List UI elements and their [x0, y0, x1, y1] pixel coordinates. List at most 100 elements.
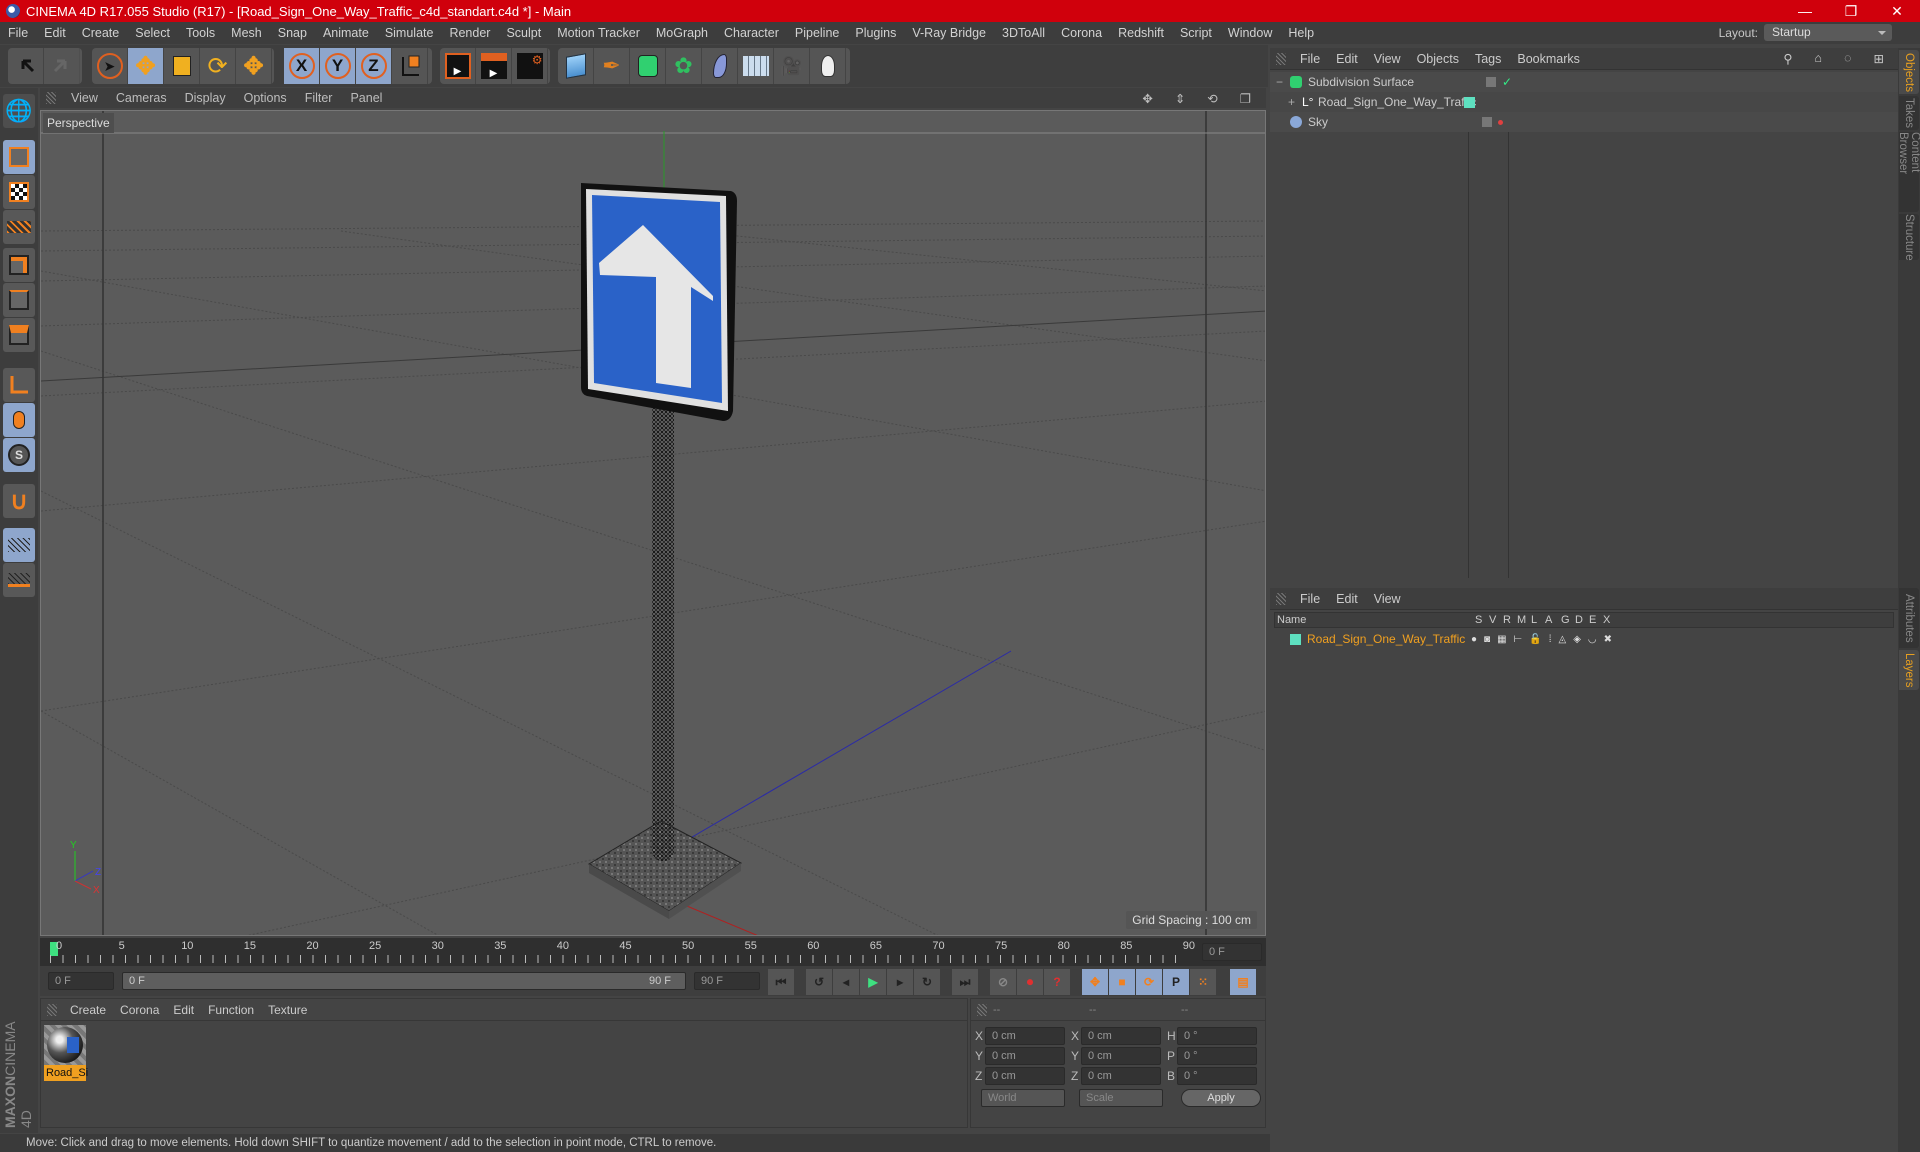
- vp-menu-filter[interactable]: Filter: [296, 91, 342, 105]
- menu-sculpt[interactable]: Sculpt: [498, 26, 549, 40]
- timeline-window-icon[interactable]: ▤: [1230, 969, 1256, 995]
- obj-menu-edit[interactable]: Edit: [1328, 52, 1366, 66]
- camera-icon[interactable]: 🎥: [774, 48, 810, 84]
- workplane-mode-icon[interactable]: [3, 210, 35, 244]
- layer-swatch-icon[interactable]: [1482, 117, 1492, 127]
- tweak-mode-icon[interactable]: [3, 403, 35, 437]
- home-icon[interactable]: ⌂: [1807, 51, 1831, 66]
- panel-grip[interactable]: [977, 1003, 987, 1016]
- layer-column-l[interactable]: L: [1531, 614, 1537, 626]
- tab-objects[interactable]: Objects: [1899, 50, 1919, 94]
- layer-swatch-icon[interactable]: [1486, 77, 1496, 87]
- object-row-sky[interactable]: Sky: [1270, 112, 1898, 132]
- goto-next-key-icon[interactable]: ↻: [914, 969, 940, 995]
- workplane-rotate-icon[interactable]: [3, 563, 35, 597]
- lock-icon[interactable]: 🔓: [1529, 634, 1541, 645]
- close-button[interactable]: ✕: [1874, 0, 1920, 22]
- timeline-ruler[interactable]: 0 5 10 15 20 25 30 35 40 45 50 55 60 65 70 75 80 85 90 0 F: [40, 938, 1266, 966]
- menu-corona[interactable]: Corona: [1053, 26, 1110, 40]
- layer-column-r[interactable]: R: [1503, 614, 1511, 626]
- edges-mode-icon[interactable]: [3, 283, 35, 317]
- obj-menu-bookmarks[interactable]: Bookmarks: [1509, 52, 1588, 66]
- menu-edit[interactable]: Edit: [36, 26, 74, 40]
- dolly-icon[interactable]: ⇕: [1166, 91, 1194, 106]
- menu-window[interactable]: Window: [1220, 26, 1280, 40]
- generator-icon[interactable]: ◬: [1559, 634, 1567, 645]
- goto-end-icon[interactable]: ⏭: [952, 969, 978, 995]
- menu-vray-bridge[interactable]: V-Ray Bridge: [904, 26, 994, 40]
- recent-tool-icon[interactable]: ✥: [236, 48, 272, 84]
- expression-icon[interactable]: ◡: [1588, 634, 1597, 645]
- menu-motion-tracker[interactable]: Motion Tracker: [549, 26, 648, 40]
- object-row-road-sign[interactable]: + L° Road_Sign_One_Way_Traffic: [1270, 92, 1898, 112]
- render-settings-icon[interactable]: ⚙: [512, 48, 548, 84]
- menu-mesh[interactable]: Mesh: [223, 26, 270, 40]
- mat-menu-create[interactable]: Create: [63, 1003, 113, 1017]
- keyframe-selection-icon[interactable]: ?: [1044, 969, 1070, 995]
- model-mode-icon[interactable]: [3, 140, 35, 174]
- step-back-icon[interactable]: ◂: [833, 969, 859, 995]
- scale-icon[interactable]: [164, 48, 200, 84]
- panel-grip[interactable]: [1276, 592, 1286, 605]
- key-scale-icon[interactable]: ■: [1109, 969, 1135, 995]
- vp-menu-options[interactable]: Options: [235, 91, 296, 105]
- layer-column-s[interactable]: S: [1475, 614, 1482, 626]
- floor-icon[interactable]: [738, 48, 774, 84]
- panel-grip[interactable]: [1276, 52, 1286, 65]
- object-row-subdivision-surface[interactable]: − Subdivision Surface ✓: [1270, 72, 1898, 92]
- y-axis-lock-button[interactable]: Y: [320, 48, 356, 84]
- apply-button[interactable]: Apply: [1181, 1089, 1261, 1107]
- object-name[interactable]: Road_Sign_One_Way_Traffic: [1318, 95, 1476, 109]
- vp-menu-view[interactable]: View: [62, 91, 107, 105]
- auto-key-icon[interactable]: ⏺: [1017, 969, 1043, 995]
- menu-snap[interactable]: Snap: [270, 26, 315, 40]
- solo-icon[interactable]: S: [3, 438, 35, 472]
- cloner-icon[interactable]: ✿: [666, 48, 702, 84]
- mat-menu-texture[interactable]: Texture: [261, 1003, 314, 1017]
- new-window-icon[interactable]: ⊞: [1866, 51, 1892, 66]
- menu-animate[interactable]: Animate: [315, 26, 377, 40]
- axis-mode-icon[interactable]: [3, 368, 35, 402]
- end-frame-field[interactable]: 90 F: [694, 972, 760, 990]
- layer-name[interactable]: Road_Sign_One_Way_Traffic: [1307, 632, 1471, 646]
- mat-menu-function[interactable]: Function: [201, 1003, 261, 1017]
- start-frame-field[interactable]: 0 F: [48, 972, 114, 990]
- menu-plugins[interactable]: Plugins: [847, 26, 904, 40]
- key-rotation-icon[interactable]: ⟳: [1136, 969, 1162, 995]
- coord-value-field[interactable]: 0 °: [1177, 1047, 1257, 1065]
- goto-start-icon[interactable]: ⏮: [768, 969, 794, 995]
- play-icon[interactable]: ▶: [860, 969, 886, 995]
- layer-column-name[interactable]: Name: [1277, 614, 1306, 626]
- light-icon[interactable]: [810, 48, 846, 84]
- coord-value-field[interactable]: 0 cm: [1081, 1047, 1161, 1065]
- orbit-icon[interactable]: ⟲: [1198, 91, 1226, 106]
- layer-column-d[interactable]: D: [1575, 614, 1583, 626]
- tab-attributes[interactable]: Attributes: [1899, 588, 1919, 648]
- range-slider[interactable]: 0 F 90 F: [122, 972, 686, 990]
- menu-render[interactable]: Render: [441, 26, 498, 40]
- goto-prev-key-icon[interactable]: ↺: [806, 969, 832, 995]
- animation-icon[interactable]: ⁞: [1549, 634, 1552, 645]
- object-name[interactable]: Subdivision Surface: [1308, 75, 1478, 89]
- live-selection-icon[interactable]: ➤: [92, 48, 128, 84]
- render-view-icon[interactable]: ▶: [440, 48, 476, 84]
- menu-character[interactable]: Character: [716, 26, 787, 40]
- tab-takes[interactable]: Takes: [1899, 96, 1919, 130]
- mat-menu-corona[interactable]: Corona: [113, 1003, 166, 1017]
- coordinate-mode-dropdown[interactable]: World: [981, 1089, 1065, 1107]
- workplane-lock-icon[interactable]: [3, 528, 35, 562]
- obj-menu-view[interactable]: View: [1366, 52, 1409, 66]
- world-coordinate-icon[interactable]: [392, 48, 428, 84]
- menu-help[interactable]: Help: [1280, 26, 1322, 40]
- menu-simulate[interactable]: Simulate: [377, 26, 442, 40]
- redo-icon[interactable]: [44, 48, 80, 84]
- coord-value-field[interactable]: 0 °: [1177, 1067, 1257, 1085]
- eye-icon[interactable]: ◌: [1836, 51, 1859, 66]
- solo-dot-icon[interactable]: ●: [1471, 634, 1477, 645]
- pan-icon[interactable]: ✥: [1133, 91, 1161, 106]
- mat-menu-edit[interactable]: Edit: [166, 1003, 201, 1017]
- tab-layers[interactable]: Layers: [1899, 650, 1919, 690]
- rotate-icon[interactable]: ⟳: [200, 48, 236, 84]
- panel-grip[interactable]: [47, 1003, 57, 1016]
- pen-spline-icon[interactable]: ✒: [594, 48, 630, 84]
